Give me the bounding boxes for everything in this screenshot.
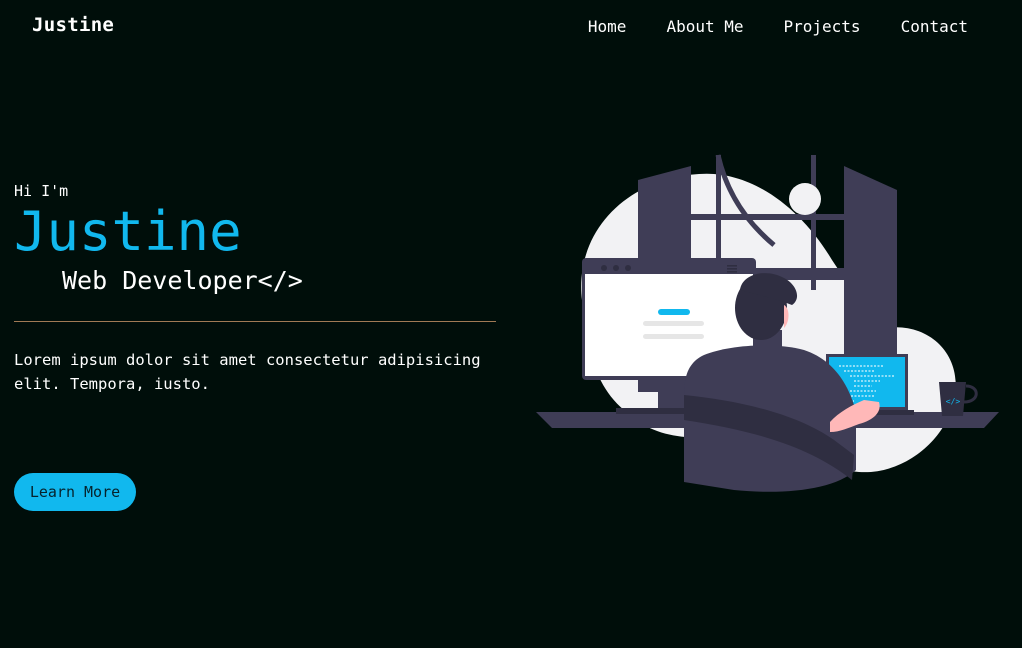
- logo[interactable]: Justine: [32, 14, 114, 36]
- hero-greeting: Hi I'm: [14, 182, 69, 200]
- hero-description: Lorem ipsum dolor sit amet consectetur a…: [14, 351, 481, 393]
- nav-link-about-me[interactable]: About Me: [666, 17, 743, 36]
- hero-intro: Hi I'm Justine Web Developer</> Lorem ip…: [14, 181, 496, 412]
- code-brackets-icon: </>: [946, 397, 961, 406]
- coffee-mug: </>: [939, 382, 978, 416]
- developer-illustration: </>: [536, 154, 999, 492]
- hero-role: Web Developer</>: [62, 266, 303, 295]
- navbar: Justine Home About Me Projects Contact: [0, 0, 1022, 56]
- learn-more-button[interactable]: Learn More: [14, 473, 136, 511]
- hero-divider: [14, 321, 496, 322]
- nav-link-contact[interactable]: Contact: [901, 17, 968, 36]
- nav-link-home[interactable]: Home: [588, 17, 627, 36]
- nav-link-projects[interactable]: Projects: [784, 17, 861, 36]
- hero-name: Justine: [14, 200, 242, 263]
- nav-menu: Home About Me Projects Contact: [588, 17, 968, 36]
